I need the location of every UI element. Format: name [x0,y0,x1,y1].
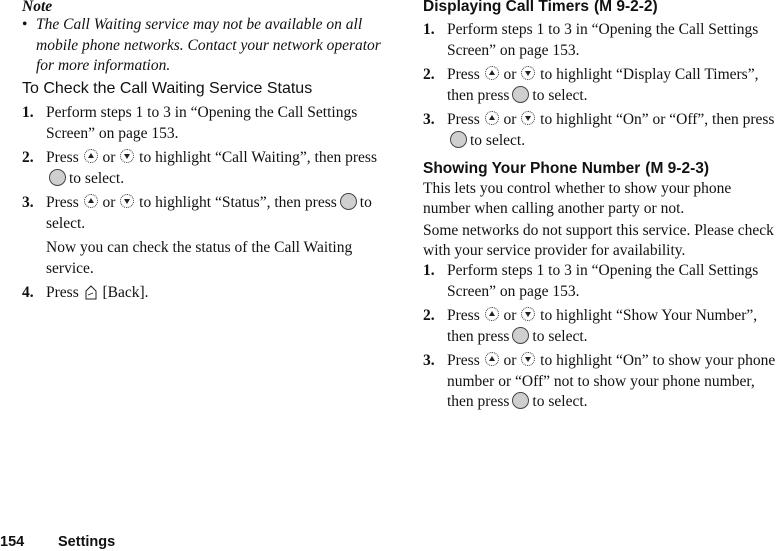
center-select-key-icon [512,392,530,409]
paragraph: This lets you control whether to show yo… [423,180,732,217]
step-number: 2. [423,66,435,83]
step-text: Press or to highlight “Call Waiting”, th… [46,149,377,187]
step-item: 4. Press [Back]. [22,283,387,304]
nav-down-icon [120,194,135,208]
step-text: Press or to highlight “Status”, then pre… [46,193,372,232]
step-text: Press or to highlight “Show Your Number”… [447,307,758,345]
nav-up-icon [83,149,98,163]
step-number: 1. [423,21,435,38]
step-number: 4. [22,284,34,301]
step-subtext: Now you can check the status of the Call… [46,239,353,277]
call-waiting-steps: 1. Perform steps 1 to 3 in “Opening the … [22,103,387,308]
nav-down-icon [521,307,536,321]
note-text: The Call Waiting service may not be avai… [36,16,381,74]
nav-up-icon [484,352,499,366]
nav-up-icon [484,66,499,80]
menu-reference: (M 9-2-2) [593,0,658,15]
step-text: Perform steps 1 to 3 in “Opening the Cal… [46,104,358,142]
step-number: 1. [423,262,435,279]
step-item: 2. Press or to highlight “Display Call T… [423,65,782,106]
step-item: 1. Perform steps 1 to 3 in “Opening the … [423,20,782,61]
step-text: Press [Back]. [46,284,149,301]
step-item: 3. Press or to highlight “Status”, then … [22,193,387,279]
step-text: Press or to highlight “On” or “Off”, the… [447,111,775,149]
step-item: 3. Press or to highlight “On” to show yo… [423,351,782,413]
nav-up-icon [484,307,499,321]
center-select-key-icon [512,326,530,344]
page-number: 154 [0,534,25,550]
step-number: 3. [423,352,435,369]
nav-down-icon [521,352,536,366]
back-key-icon [85,285,97,300]
nav-down-icon [521,111,536,125]
step-item: 3. Press or to highlight “On” or “Off”, … [423,110,782,151]
call-timers-steps: 1. Perform steps 1 to 3 in “Opening the … [423,20,782,155]
center-select-key-icon [339,193,357,210]
show-number-steps: 1. Perform steps 1 to 3 in “Opening the … [423,261,782,417]
nav-down-icon [521,66,536,80]
note-title: Note [22,0,53,15]
step-number: 2. [22,149,34,166]
step-number: 3. [22,194,34,211]
nav-down-icon [120,149,135,163]
step-text: Press or to highlight “On” to show your … [447,352,776,410]
section-heading-show-phone-number: Showing Your Phone Number (M 9-2-3) [423,160,710,177]
section-heading-call-waiting-status: To Check the Call Waiting Service Status [22,80,313,97]
step-text: Press or to highlight “Display Call Time… [447,66,759,104]
step-text: Perform steps 1 to 3 in “Opening the Cal… [447,262,759,300]
step-number: 2. [423,307,435,324]
step-item: 1. Perform steps 1 to 3 in “Opening the … [423,261,782,302]
menu-reference: (M 9-2-3) [645,160,710,177]
step-number: 3. [423,111,435,128]
step-item: 1. Perform steps 1 to 3 in “Opening the … [22,103,387,144]
step-item: 2. Press or to highlight “Show Your Numb… [423,306,782,347]
section-name: Settings [58,534,116,550]
paragraph: Some networks do not support this servic… [423,222,774,259]
center-select-key-icon [49,168,66,186]
nav-up-icon [484,111,499,125]
nav-up-icon [83,194,98,208]
bullet: • [22,16,28,33]
center-select-key-icon [450,130,467,148]
section-heading-call-timers: Displaying Call Timers (M 9-2-2) [423,0,658,15]
step-text: Perform steps 1 to 3 in “Opening the Cal… [447,21,759,59]
step-number: 1. [22,104,34,121]
step-item: 2. Press or to highlight “Call Waiting”,… [22,148,387,189]
center-select-key-icon [512,85,530,103]
note-body: • The Call Waiting service may not be av… [22,15,390,77]
